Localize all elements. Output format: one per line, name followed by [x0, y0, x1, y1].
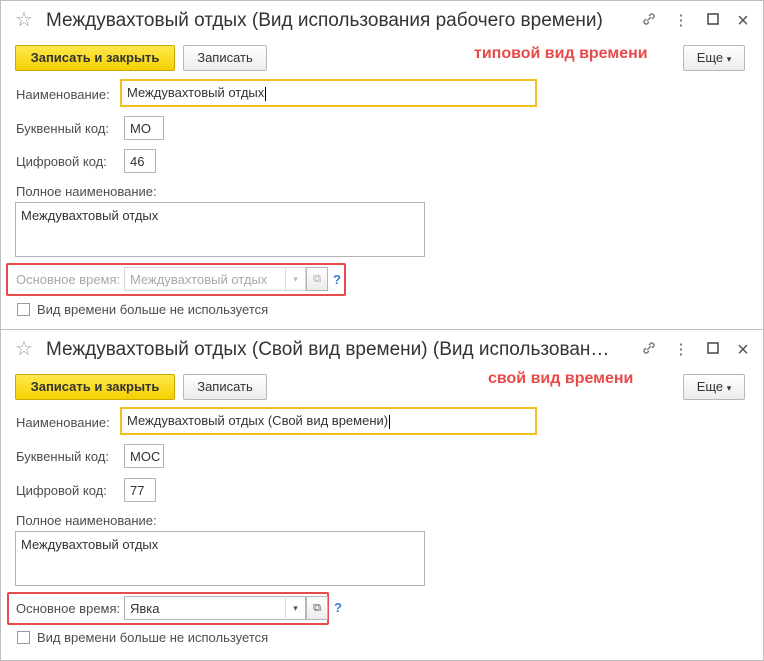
title-bar: ☆ Междувахтовый отдых (Свой вид времени)…: [1, 330, 763, 370]
more-vertical-icon[interactable]: ⋮: [671, 11, 691, 31]
full-name-textarea[interactable]: Междувахтовый отдых: [15, 531, 425, 586]
window-title: Междувахтовый отдых (Вид использования р…: [46, 10, 603, 31]
more-button[interactable]: Еще ▾: [683, 374, 745, 400]
unused-label: Вид времени больше не используется: [37, 302, 269, 317]
more-label: Еще: [696, 50, 724, 65]
form-window-typical: ☆ Междувахтовый отдых (Вид использования…: [0, 0, 764, 330]
more-vertical-icon[interactable]: ⋮: [671, 340, 691, 360]
save-and-close-button[interactable]: Записать и закрыть: [15, 374, 175, 400]
unused-label: Вид времени больше не используется: [37, 630, 269, 645]
close-icon[interactable]: ×: [733, 11, 753, 31]
help-icon[interactable]: ?: [333, 272, 341, 287]
annotation-custom-time: свой вид времени: [488, 370, 634, 387]
text-cursor: [389, 414, 391, 429]
more-label: Еще: [696, 379, 724, 394]
main-time-value: Междувахтовый отдых: [130, 272, 268, 287]
name-label: Наименование:: [16, 87, 110, 102]
digit-code-input[interactable]: 77: [124, 478, 156, 502]
maximize-icon[interactable]: [703, 11, 723, 31]
favorite-star-icon[interactable]: ☆: [15, 339, 33, 359]
main-time-dropdown-icon[interactable]: ▾: [285, 596, 305, 620]
main-time-value: Явка: [130, 601, 160, 616]
more-button[interactable]: Еще ▾: [683, 45, 745, 71]
annotation-typical-time: типовой вид времени: [474, 45, 648, 62]
window-title: Междувахтовый отдых (Свой вид времени) (…: [46, 339, 616, 360]
link-icon[interactable]: [639, 340, 659, 360]
main-time-label: Основное время:: [16, 272, 121, 287]
text-cursor: [265, 86, 267, 101]
close-icon[interactable]: ×: [733, 340, 753, 360]
name-input[interactable]: Междувахтовый отдых: [120, 79, 537, 107]
main-time-open-icon: ⧉: [306, 267, 328, 291]
main-time-dropdown-icon: ▾: [285, 267, 305, 291]
name-value: Междувахтовый отдых: [127, 85, 265, 100]
letter-code-input[interactable]: МО: [124, 116, 164, 140]
favorite-star-icon[interactable]: ☆: [15, 10, 33, 30]
full-name-textarea[interactable]: Междувахтовый отдых: [15, 202, 425, 257]
letter-code-label: Буквенный код:: [16, 121, 109, 136]
main-time-label: Основное время:: [16, 601, 121, 616]
help-icon[interactable]: ?: [334, 600, 342, 615]
save-button[interactable]: Записать: [183, 374, 267, 400]
link-icon[interactable]: [639, 11, 659, 31]
title-bar: ☆ Междувахтовый отдых (Вид использования…: [1, 1, 763, 41]
full-name-label: Полное наименование:: [16, 513, 157, 528]
chevron-down-icon: ▾: [726, 54, 732, 64]
save-button[interactable]: Записать: [183, 45, 267, 71]
digit-code-label: Цифровой код:: [16, 154, 107, 169]
letter-code-input[interactable]: МОС: [124, 444, 164, 468]
main-time-select: Междувахтовый отдых: [124, 267, 306, 291]
save-and-close-button[interactable]: Записать и закрыть: [15, 45, 175, 71]
maximize-icon[interactable]: [703, 340, 723, 360]
name-label: Наименование:: [16, 415, 110, 430]
main-time-select[interactable]: Явка: [124, 596, 306, 620]
form-window-custom: ☆ Междувахтовый отдых (Свой вид времени)…: [0, 329, 764, 661]
letter-code-label: Буквенный код:: [16, 449, 109, 464]
name-input[interactable]: Междувахтовый отдых (Свой вид времени): [120, 407, 537, 435]
digit-code-input[interactable]: 46: [124, 149, 156, 173]
name-value: Междувахтовый отдых (Свой вид времени): [127, 413, 389, 428]
full-name-label: Полное наименование:: [16, 184, 157, 199]
unused-checkbox[interactable]: [17, 631, 30, 644]
unused-checkbox[interactable]: [17, 303, 30, 316]
chevron-down-icon: ▾: [726, 383, 732, 393]
main-time-open-icon[interactable]: ⧉: [306, 596, 328, 620]
digit-code-label: Цифровой код:: [16, 483, 107, 498]
